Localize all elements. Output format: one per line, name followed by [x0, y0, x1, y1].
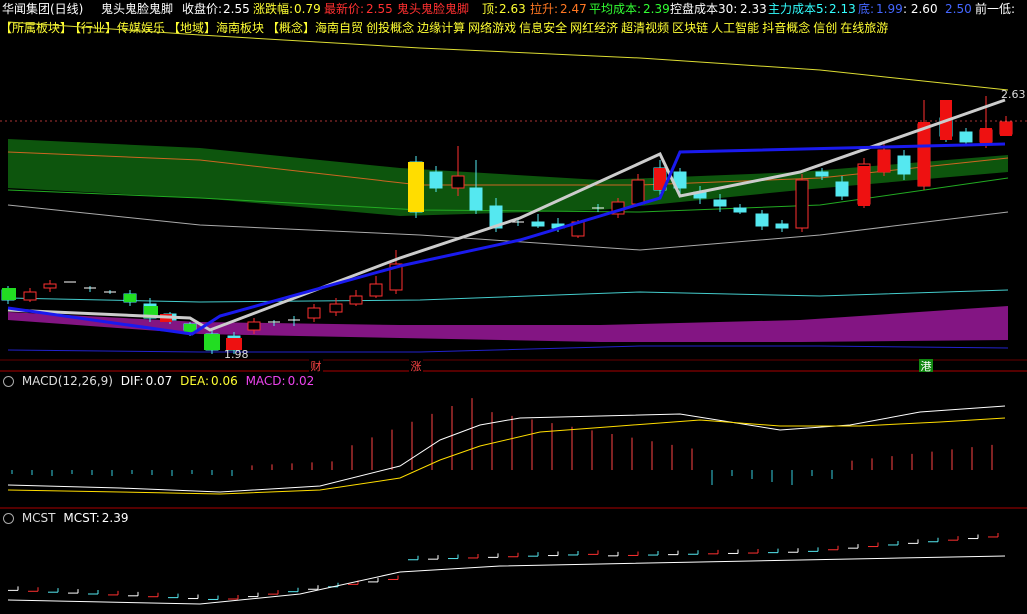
candle-body: [43, 283, 57, 289]
highlight-candle: [184, 324, 196, 332]
highlight-candle: [204, 334, 220, 350]
highlight-candle: [2, 288, 16, 300]
highlight-candle: [1000, 122, 1012, 136]
candle-body: [835, 181, 849, 197]
mcst-collapse-icon[interactable]: [3, 513, 14, 524]
candle-body: [631, 179, 645, 205]
highlight-candle: [124, 294, 136, 302]
dif-value: 0.07: [145, 374, 173, 388]
macd-collapse-icon[interactable]: [3, 376, 14, 387]
candle-body: [451, 175, 465, 189]
mcst-value: 2.39: [101, 511, 129, 525]
macd-header: MACD(12,26,9) DIF: 0.07 DEA: 0.06 MACD: 0.0…: [0, 373, 318, 389]
high-price-label: 2.63: [1001, 88, 1026, 101]
envelope-line: [7, 289, 1009, 303]
dif-label: DIF:: [120, 374, 144, 388]
candle-body: [795, 179, 809, 229]
highlight-candle: [858, 166, 870, 206]
candle-body: [775, 223, 789, 229]
candle-body: [429, 171, 443, 189]
low-price-label: 1.98: [224, 348, 249, 361]
envelope-line: [7, 345, 1009, 353]
dea-line: [7, 417, 1006, 495]
highlight-candle: [878, 150, 890, 172]
macd-label: MACD:: [245, 374, 286, 388]
candle-body: [349, 295, 363, 305]
candle-body: [713, 199, 727, 207]
candle-body: [307, 307, 321, 319]
white-trend-line: [7, 98, 1006, 332]
candle-body: [959, 131, 973, 143]
envelope-line: [7, 21, 1009, 91]
candle-body: [815, 171, 829, 177]
candle-body: [733, 207, 747, 213]
candle-body: [23, 291, 37, 301]
candle-body: [897, 155, 911, 175]
candle-body: [247, 321, 261, 331]
marker-label[interactable]: 港: [921, 360, 932, 373]
candle-body: [329, 303, 343, 313]
highlight-candle: [980, 128, 992, 144]
mcst-header: MCST MCST: 2.39: [0, 510, 132, 526]
candle-body: [531, 221, 545, 227]
highlight-candle: [408, 162, 424, 212]
macd-value: 0.02: [287, 374, 315, 388]
dif-line: [7, 405, 1006, 493]
candle-body: [469, 187, 483, 211]
marker-label[interactable]: 财: [311, 359, 322, 373]
dea-label: DEA:: [180, 374, 210, 388]
highlight-candle: [918, 122, 930, 186]
dea-value: 0.06: [211, 374, 238, 388]
macd-title: MACD(12,26,9): [21, 374, 113, 388]
mcst-title: MCST: [21, 511, 56, 525]
marker-label[interactable]: 涨: [411, 360, 422, 373]
candle-body: [369, 283, 383, 297]
mcst-label: MCST:: [63, 511, 100, 525]
kline-chart[interactable]: 2.63 1.98 财 涨 港: [0, 0, 1027, 614]
candle-body: [755, 213, 769, 227]
